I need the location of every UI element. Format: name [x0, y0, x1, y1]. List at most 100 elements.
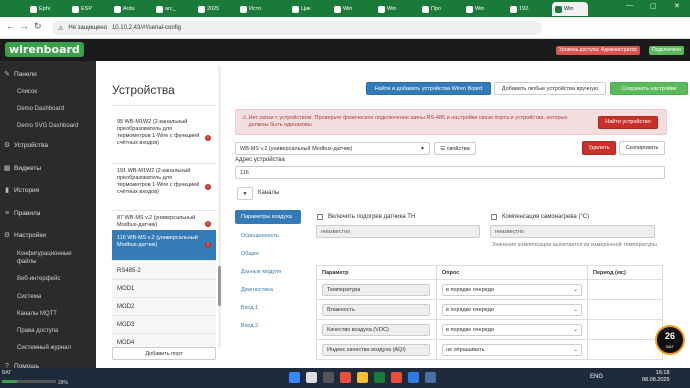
folder-icon[interactable] — [357, 372, 368, 383]
task-view-icon[interactable] — [323, 372, 334, 383]
heater-checkbox[interactable] — [317, 214, 323, 220]
browser-tab[interactable]: Исто — [240, 2, 261, 16]
delete-button[interactable]: Удалить — [582, 141, 616, 155]
device-item-selected[interactable]: 116 WB-MS v.2 (универсальный Modbus-датч… — [112, 230, 216, 261]
chrome-icon[interactable] — [391, 372, 402, 383]
poll-select[interactable]: в порядке очереди ⌄ — [442, 323, 582, 336]
tab-illuminance[interactable]: Освещенность — [235, 229, 301, 243]
tab-input-2[interactable]: Вход 2 — [235, 319, 301, 333]
browser-tab-active[interactable]: Win — [552, 2, 588, 16]
battery-fill — [2, 380, 18, 383]
tab-diagnostics[interactable]: Диагностика — [235, 283, 301, 297]
sidebar-item-config-files[interactable]: Конфигурационные файлы — [0, 247, 90, 269]
device-item[interactable]: 191 WB-M1W2 (2-канальный преобразователь… — [112, 165, 216, 211]
sidebar-item-settings[interactable]: ⚙ Настройки — [0, 227, 96, 243]
device-item[interactable]: 95 WB-M1W2 (2-канальный преобразователь … — [112, 116, 216, 164]
poll-select[interactable]: не опрашивать ⌄ — [442, 343, 582, 356]
back-icon[interactable]: ← — [6, 21, 15, 31]
add-devices-manually-button[interactable]: Добавить любые устройства вручную — [494, 82, 606, 95]
sidebar-item-devices[interactable]: ⚙ Устройства — [0, 137, 96, 153]
add-port-button[interactable]: Добавить порт — [112, 347, 216, 360]
wirenboard-logo[interactable]: wirenboard — [5, 42, 84, 57]
tab-favicon-icon — [510, 5, 517, 13]
browser-tab[interactable]: 2025 — [198, 2, 219, 16]
tab-module-data[interactable]: Данные модуля — [235, 265, 301, 279]
device-list: 95 WB-M1W2 (2-канальный преобразователь … — [112, 102, 216, 356]
app-icon[interactable] — [408, 372, 419, 383]
connection-badge: Подключено — [649, 46, 684, 55]
browser-tab[interactable]: Ерhi — [30, 2, 50, 16]
tab-input-1[interactable]: Вход 1 — [235, 301, 301, 315]
chevron-down-icon: ⌄ — [573, 306, 578, 313]
parameter-name: Влажность — [322, 303, 430, 316]
browser-tab[interactable]: ESP — [72, 2, 92, 16]
app-icon[interactable] — [340, 372, 351, 383]
language-indicator[interactable]: ENG — [590, 374, 603, 380]
url-field[interactable]: ⚠ Не защищено 10.10.2.43/#!/serial-confi… — [52, 21, 542, 35]
port-item[interactable]: MOD3 — [112, 316, 216, 334]
sidebar-item-system[interactable]: Система — [0, 289, 96, 305]
sidebar-item-list[interactable]: Список — [0, 84, 96, 100]
port-item[interactable]: RS485-2 — [112, 262, 216, 280]
find-device-button[interactable]: Найти устройство — [598, 116, 658, 129]
poll-select[interactable]: в порядке очереди ⌄ — [442, 283, 582, 296]
browser-tab[interactable]: Win — [466, 2, 484, 16]
close-icon[interactable]: ✕ — [674, 2, 680, 10]
device-list-scrollbar[interactable] — [218, 66, 221, 348]
address-input[interactable]: 116 — [235, 166, 665, 179]
app-icon[interactable] — [425, 372, 436, 383]
sidebar-item-demo-dashboard[interactable]: Demo Dashboard — [0, 101, 96, 117]
sidebar-item-mqtt-channels[interactable]: Каналы MQTT — [0, 306, 96, 322]
save-settings-button[interactable]: Сохранить настройки — [610, 82, 688, 95]
compensation-checkbox[interactable] — [491, 214, 497, 220]
tab-favicon-icon — [114, 5, 121, 13]
browser-tab[interactable]: Win — [334, 2, 352, 16]
pencil-icon: ✎ — [4, 71, 10, 78]
tab-air-params[interactable]: Параметры воздуха — [235, 210, 301, 224]
clock[interactable]: 16:18 08.08.2025 — [642, 370, 670, 384]
browser-tab[interactable]: Цик — [292, 2, 311, 16]
tab-favicon-icon — [240, 5, 247, 13]
sidebar-item-demo-svg-dashboard[interactable]: Demo SVG Dashboard — [0, 118, 96, 134]
start-icon[interactable] — [289, 372, 300, 383]
copy-button[interactable]: Скопировать — [619, 141, 665, 155]
poll-select[interactable]: в порядке очереди ⌄ — [442, 303, 582, 316]
reload-icon[interactable]: ↻ — [34, 21, 42, 32]
tab-favicon-icon — [30, 5, 37, 13]
sidebar-item-system-log[interactable]: Системный журнал — [0, 340, 96, 356]
browser-tab[interactable]: 192. — [510, 2, 530, 16]
tab-favicon-icon — [292, 5, 299, 13]
access-level-badge[interactable]: Уровень доступа: Администратор — [556, 46, 641, 55]
battery-gauge-widget[interactable]: 26 BAT — [655, 325, 685, 355]
maximize-icon[interactable]: ▢ — [650, 2, 657, 10]
port-item[interactable]: MOD1 — [112, 280, 216, 298]
sidebar-item-access-rights[interactable]: Права доступа — [0, 323, 96, 339]
browser-tab[interactable]: arc_ — [156, 2, 176, 16]
sidebar-item-widgets[interactable]: ▦ Виджеты — [0, 160, 96, 176]
sidebar-item-panels[interactable]: ✎ Панели — [0, 66, 96, 82]
browser-tab[interactable]: Про — [422, 2, 441, 16]
sidebar-item-history[interactable]: ▮ История — [0, 182, 96, 198]
address-label: Адрес устройства — [235, 157, 285, 163]
scrollbar-thumb[interactable] — [218, 266, 221, 306]
tab-general[interactable]: Общее — [235, 247, 301, 261]
minimize-icon[interactable]: — — [626, 2, 633, 9]
search-icon[interactable] — [306, 372, 317, 383]
heater-value-field[interactable]: неизвестно — [316, 225, 480, 238]
browser-tab[interactable]: Ardu — [114, 2, 135, 16]
chevron-down-icon: ⌄ — [573, 326, 578, 333]
browser-tab[interactable]: Win — [378, 2, 396, 16]
url-warning: Не защищено — [68, 25, 107, 31]
device-type-select[interactable]: WB-MS v.2 (универсальный Modbus-датчик) … — [235, 142, 430, 155]
find-devices-button[interactable]: Найти и добавить устройства Wiren Board — [366, 82, 491, 95]
sidebar-item-rules[interactable]: ≡ Правила — [0, 205, 96, 221]
forward-icon[interactable]: → — [20, 21, 29, 31]
port-item[interactable]: MOD2 — [112, 298, 216, 316]
page-title: Устройства — [112, 83, 175, 97]
sidebar-item-web-ui[interactable]: Веб-интерфейс — [0, 271, 96, 287]
app-icon[interactable] — [374, 372, 385, 383]
gear-icon: ⚙ — [3, 232, 11, 239]
properties-button[interactable]: ☰ свойства — [434, 142, 476, 155]
channels-toggle-button[interactable]: ▼ — [237, 187, 253, 200]
compensation-value-field[interactable]: неизвестно — [490, 225, 655, 238]
